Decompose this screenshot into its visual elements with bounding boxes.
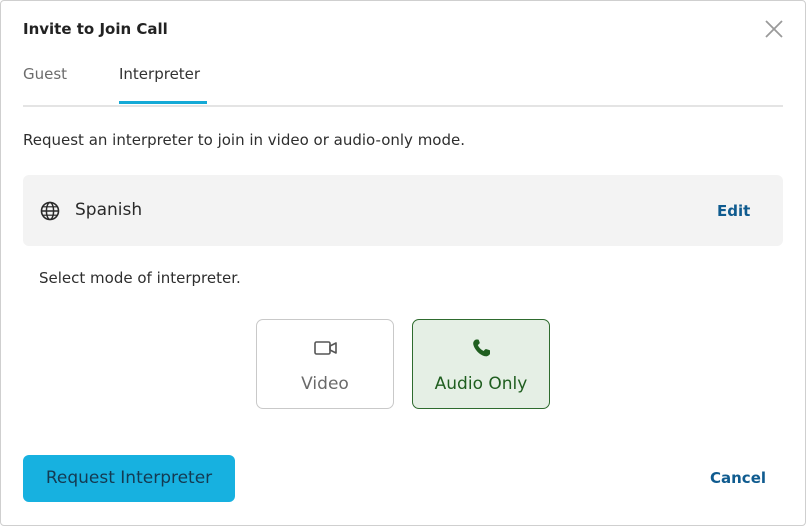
tab-bar: Guest Interpreter: [23, 63, 783, 107]
video-camera-icon: [314, 341, 337, 355]
mode-option-audio-only-label: Audio Only: [434, 374, 528, 394]
description-text: Request an interpreter to join in video …: [23, 131, 465, 149]
active-tab-indicator: [119, 101, 207, 104]
close-button[interactable]: [763, 18, 785, 40]
request-interpreter-button[interactable]: Request Interpreter: [23, 455, 235, 502]
tab-guest[interactable]: Guest: [23, 63, 67, 103]
tab-interpreter-label: Interpreter: [119, 65, 201, 83]
globe-icon: [40, 201, 60, 221]
invite-dialog: Invite to Join Call Guest Interpreter Re…: [0, 0, 806, 526]
close-icon: [765, 20, 783, 38]
dialog-title: Invite to Join Call: [23, 20, 168, 38]
edit-language-link[interactable]: Edit: [717, 202, 750, 220]
phone-icon: [473, 339, 490, 357]
mode-option-video[interactable]: Video: [256, 319, 394, 409]
mode-prompt: Select mode of interpreter.: [39, 269, 241, 287]
language-panel: Spanish Edit: [23, 175, 783, 246]
tab-guest-label: Guest: [23, 65, 68, 83]
mode-option-video-label: Video: [301, 374, 349, 394]
language-name: Spanish: [75, 200, 143, 220]
tab-interpreter[interactable]: Interpreter: [119, 63, 207, 104]
mode-option-audio-only[interactable]: Audio Only: [412, 319, 550, 409]
cancel-button[interactable]: Cancel: [710, 469, 766, 487]
